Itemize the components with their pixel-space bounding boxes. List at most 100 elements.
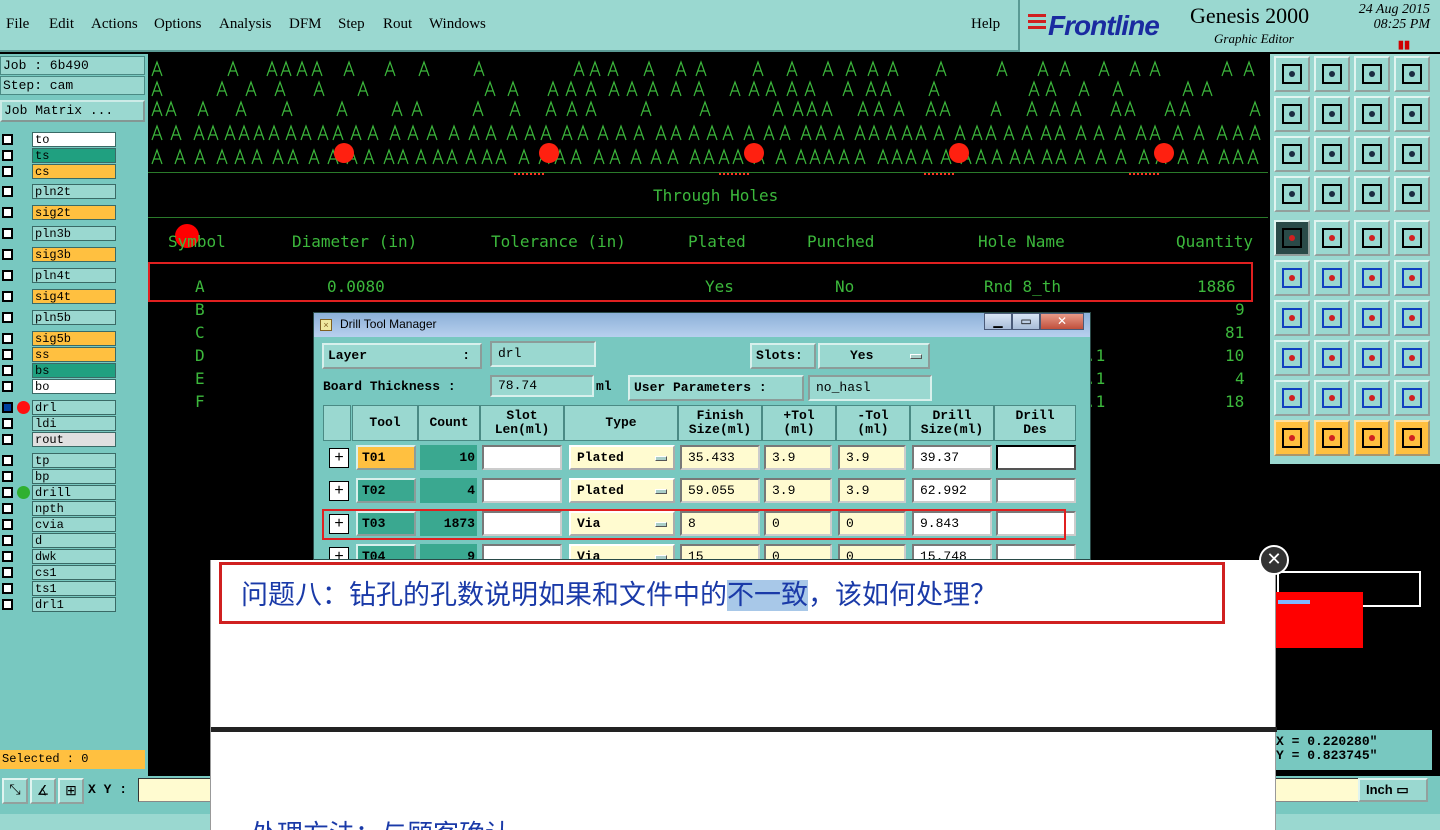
flip-icon[interactable] xyxy=(1394,300,1430,336)
user-parameters-button[interactable]: User Parameters : xyxy=(628,375,804,401)
menu-edit[interactable]: Edit xyxy=(49,16,74,33)
finish-size-input[interactable]: 35.433 xyxy=(680,445,760,470)
layer-row[interactable]: sig4t xyxy=(0,289,118,304)
layer-name[interactable]: cvia xyxy=(32,517,116,532)
arc-icon[interactable] xyxy=(1314,380,1350,416)
pad-edit-icon[interactable] xyxy=(1274,340,1310,376)
layer-checkbox[interactable] xyxy=(2,567,13,578)
layer-name[interactable]: pln2t xyxy=(32,184,116,199)
settings-icon[interactable] xyxy=(1274,176,1310,212)
expand-icon[interactable]: + xyxy=(329,481,349,501)
rotate-icon[interactable] xyxy=(1354,300,1390,336)
copy-icon[interactable] xyxy=(1394,260,1430,296)
layer-checkbox[interactable] xyxy=(2,270,13,281)
type-select[interactable]: Via xyxy=(569,544,675,559)
menu-step[interactable]: Step xyxy=(338,16,365,33)
slots-select[interactable]: Yes xyxy=(818,343,930,369)
layer-checkbox[interactable] xyxy=(2,599,13,610)
connect-icon[interactable] xyxy=(1274,260,1310,296)
dialog-titlebar[interactable]: × Drill Tool Manager ▁ ▭ ✕ xyxy=(314,313,1090,337)
ruler-icon[interactable] xyxy=(1354,220,1390,256)
layer-name[interactable]: drl xyxy=(32,400,116,415)
layer-checkbox[interactable] xyxy=(2,228,13,239)
redraw-icon[interactable] xyxy=(1394,96,1430,132)
layer-name[interactable]: tp xyxy=(32,453,116,468)
layer-checkbox[interactable] xyxy=(2,583,13,594)
arc-up-icon[interactable] xyxy=(1394,380,1430,416)
layer-name[interactable]: drl1 xyxy=(32,597,116,612)
layer-name[interactable]: to xyxy=(32,132,116,147)
layer-name[interactable]: d xyxy=(32,533,116,548)
finish-size-input[interactable]: 15 xyxy=(680,544,760,559)
slot-length-input[interactable] xyxy=(482,544,562,559)
layer-row[interactable]: sig3b xyxy=(0,247,118,262)
layer-checkbox[interactable] xyxy=(2,551,13,562)
pan-left-icon[interactable] xyxy=(1274,96,1310,132)
menu-actions[interactable]: Actions xyxy=(91,16,138,33)
menu-windows[interactable]: Windows xyxy=(429,16,486,33)
tool-button[interactable]: T04 xyxy=(356,544,416,559)
route-icon[interactable] xyxy=(1394,420,1430,456)
layer-row[interactable]: drl xyxy=(0,400,118,415)
layer-row[interactable]: d xyxy=(0,533,118,548)
menu-help[interactable]: Help xyxy=(971,16,1000,33)
layer-name[interactable]: sig2t xyxy=(32,205,116,220)
layer-checkbox[interactable] xyxy=(2,519,13,530)
layer-row[interactable]: cs1 xyxy=(0,565,118,580)
drill-size-input[interactable]: 62.992 xyxy=(912,478,992,503)
overlay-close-button[interactable]: ✕ xyxy=(1259,545,1289,575)
layer-checkbox[interactable] xyxy=(2,312,13,323)
layer-name[interactable]: sig5b xyxy=(32,331,116,346)
type-select[interactable]: Plated xyxy=(569,478,675,503)
tool-button[interactable]: T01 xyxy=(356,445,416,470)
layer-row[interactable]: sig2t xyxy=(0,205,118,220)
circle-icon[interactable] xyxy=(1394,220,1430,256)
layer-row[interactable]: pln4t xyxy=(0,268,118,283)
layer-row[interactable]: bs xyxy=(0,363,118,378)
unit-selector[interactable]: Inch ▭ xyxy=(1358,778,1428,802)
layer-checkbox[interactable] xyxy=(2,207,13,218)
layers-icon[interactable] xyxy=(1354,176,1390,212)
layer-row[interactable]: ts1 xyxy=(0,581,118,596)
menu-dfm[interactable]: DFM xyxy=(289,16,322,33)
layer-name[interactable]: ss xyxy=(32,347,116,362)
layer-name[interactable]: drill xyxy=(32,485,116,500)
measure-icon[interactable]: ∡ xyxy=(30,778,56,804)
fit-icon[interactable] xyxy=(1274,136,1310,172)
job-matrix-button[interactable]: Job Matrix ... xyxy=(0,100,145,122)
minus-tol-input[interactable]: 3.9 xyxy=(838,445,906,470)
layer-row[interactable]: drill xyxy=(0,485,118,500)
layer-name[interactable]: pln3b xyxy=(32,226,116,241)
layer-name[interactable]: bp xyxy=(32,469,116,484)
menu-file[interactable]: File xyxy=(6,16,29,33)
layer-checkbox[interactable] xyxy=(2,418,13,429)
layer-row[interactable]: pln3b xyxy=(0,226,118,241)
layer-checkbox[interactable] xyxy=(2,365,13,376)
pause-icon[interactable]: ▮▮ xyxy=(1398,38,1410,51)
query-icon[interactable] xyxy=(1394,136,1430,172)
layer-checkbox[interactable] xyxy=(2,402,13,413)
layer-checkbox[interactable] xyxy=(2,333,13,344)
resize-icon[interactable] xyxy=(1314,340,1350,376)
layer-name[interactable]: sig4t xyxy=(32,289,116,304)
layer-row[interactable]: dwk xyxy=(0,549,118,564)
drill-des-input[interactable] xyxy=(996,478,1076,503)
layer-name[interactable]: pln4t xyxy=(32,268,116,283)
layer-name[interactable]: npth xyxy=(32,501,116,516)
zoom-out-icon[interactable] xyxy=(1314,56,1350,92)
pan-right-icon[interactable] xyxy=(1314,96,1350,132)
layer-row[interactable]: npth xyxy=(0,501,118,516)
layer-row[interactable]: tp xyxy=(0,453,118,468)
layer-name[interactable]: ts1 xyxy=(32,581,116,596)
layer-checkbox[interactable] xyxy=(2,150,13,161)
layer-checkbox[interactable] xyxy=(2,134,13,145)
measure-icon[interactable] xyxy=(1354,340,1390,376)
pointer-icon[interactable] xyxy=(1274,420,1310,456)
slot-length-input[interactable] xyxy=(482,445,562,470)
close-button[interactable]: ✕ xyxy=(1040,313,1084,330)
grid-icon[interactable] xyxy=(1314,176,1350,212)
maximize-button[interactable]: ▭ xyxy=(1012,313,1040,330)
type-select[interactable]: Plated xyxy=(569,445,675,470)
finish-size-input[interactable]: 59.055 xyxy=(680,478,760,503)
grid-icon[interactable]: ⊞ xyxy=(58,778,84,804)
